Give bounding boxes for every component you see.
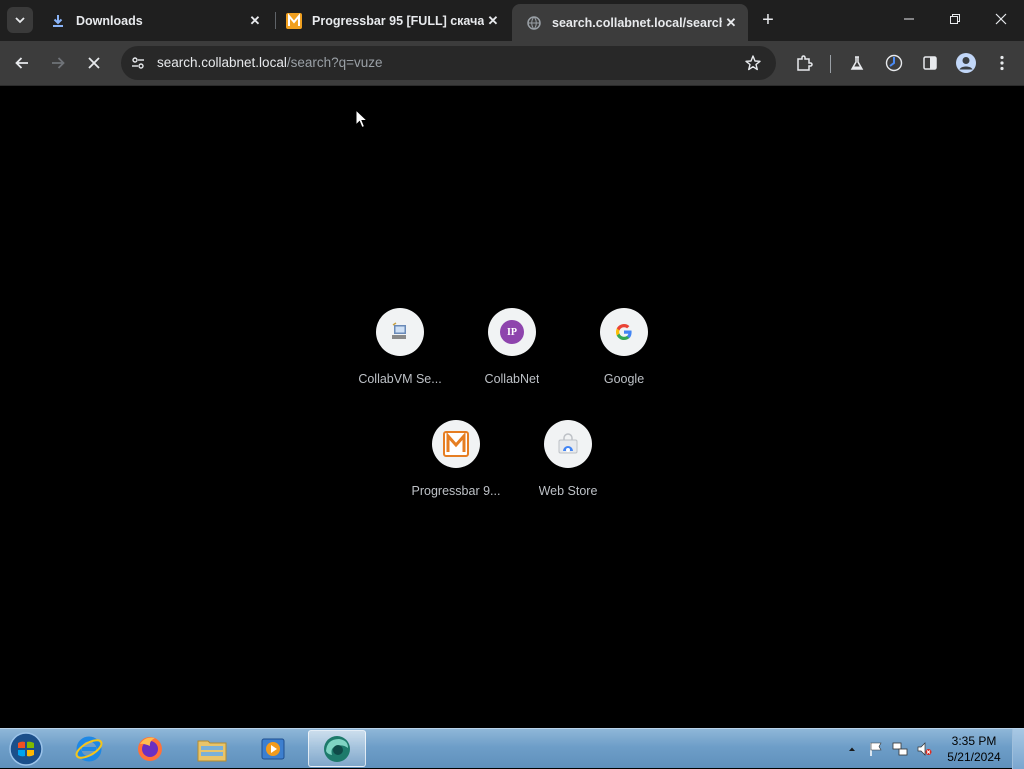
address-bar[interactable]: search.collabnet.local/search?q=vuze (121, 46, 776, 80)
tab-downloads[interactable]: Downloads ✕ (40, 4, 272, 37)
stop-loading-button[interactable] (80, 49, 108, 77)
url-path: /search?q=vuze (286, 55, 383, 70)
progressbar-logo-icon (443, 431, 469, 457)
close-window-button[interactable] (978, 0, 1024, 38)
shortcut-label: CollabNet (484, 372, 540, 386)
folder-icon (197, 740, 227, 761)
show-desktop-button[interactable] (1012, 729, 1024, 769)
back-arrow-icon (15, 57, 28, 69)
bookmark-star-icon[interactable] (744, 54, 762, 72)
minimize-button[interactable] (886, 0, 932, 38)
shortcut-icon-circle (544, 420, 592, 468)
system-tray (842, 729, 938, 769)
shortcut-icon-circle: IP (488, 308, 536, 356)
taskbar-media-player[interactable] (244, 730, 302, 767)
google-g-icon (616, 324, 632, 340)
tab-search[interactable]: search.collabnet.local/search?q=vuze ✕ (512, 4, 748, 41)
site-info-icon[interactable] (130, 55, 146, 71)
collabnet-logo-text: IP (507, 326, 517, 338)
close-icon (995, 13, 1007, 25)
taskbar-clock[interactable]: 3:35 PM 5/21/2024 (940, 733, 1008, 765)
extension-badge-icon (885, 54, 903, 72)
progressbar-favicon-icon (286, 12, 302, 29)
volume-tray-button[interactable] (914, 739, 934, 759)
network-icon (892, 742, 908, 756)
media-player-icon (261, 738, 285, 759)
tray-chevron-up-icon (849, 747, 855, 751)
firefox-icon (138, 736, 162, 761)
side-panel-button[interactable] (916, 49, 944, 77)
mouse-cursor-icon (355, 109, 369, 129)
profile-button[interactable] (952, 49, 980, 77)
restore-button[interactable] (932, 0, 978, 38)
stop-icon (88, 57, 100, 69)
url-text[interactable]: search.collabnet.local/search?q=vuze (157, 55, 383, 70)
chromium-edge-icon (324, 735, 350, 762)
shortcut-collabnet[interactable]: IP CollabNet (456, 308, 568, 416)
toolbar-divider (830, 55, 831, 73)
flask-icon (850, 56, 864, 70)
side-panel-icon (923, 56, 937, 70)
network-tray-button[interactable] (890, 739, 910, 759)
show-hidden-icons-button[interactable] (842, 739, 862, 759)
shortcut-label: Progressbar 9... (411, 484, 501, 498)
profile-avatar-icon (956, 53, 976, 73)
tab-search-button[interactable] (7, 7, 33, 33)
url-host: search.collabnet.local (157, 55, 287, 70)
shortcut-icon-circle (432, 420, 480, 468)
forward-button[interactable] (44, 49, 72, 77)
kebab-menu-icon (1000, 55, 1004, 71)
windows-orb-icon (9, 732, 43, 766)
page-content: CollabVM Se... IP CollabNet Google Progr… (0, 87, 1024, 728)
restore-icon (950, 14, 960, 24)
shortcut-label: Web Store (538, 484, 598, 498)
labs-button[interactable] (843, 49, 871, 77)
shortcut-label: CollabVM Se... (358, 372, 442, 386)
volume-muted-icon (917, 742, 932, 756)
menu-button[interactable] (988, 49, 1016, 77)
close-tab-icon[interactable]: ✕ (722, 14, 740, 32)
tab-strip: Downloads ✕ Progressbar 95 [FULL] скачат… (0, 0, 1024, 41)
shortcut-collabvm[interactable]: CollabVM Se... (344, 308, 456, 416)
minimize-icon (904, 18, 914, 20)
shortcut-icon-circle (376, 308, 424, 356)
start-button[interactable] (4, 730, 48, 768)
forward-arrow-icon (52, 57, 65, 69)
chevron-down-icon (15, 17, 25, 24)
shortcut-web-store[interactable]: Web Store (512, 420, 624, 528)
shortcut-google[interactable]: Google (568, 308, 680, 416)
extension-badge-button[interactable] (880, 49, 908, 77)
browser-toolbar: search.collabnet.local/search?q=vuze (0, 41, 1024, 86)
clock-date: 5/21/2024 (947, 750, 1001, 764)
puzzle-piece-icon (797, 55, 813, 71)
internet-explorer-icon (75, 736, 103, 761)
action-center-tray-button[interactable] (866, 739, 886, 759)
back-button[interactable] (8, 49, 36, 77)
shortcut-progressbar[interactable]: Progressbar 9... (400, 420, 512, 528)
clock-time: 3:35 PM (951, 734, 997, 748)
taskbar-internet-explorer[interactable] (60, 730, 118, 767)
close-tab-icon[interactable]: ✕ (484, 12, 502, 30)
computer-icon (392, 322, 406, 339)
download-icon (50, 13, 66, 29)
shortcut-label: Google (603, 372, 645, 386)
windows-taskbar: 3:35 PM 5/21/2024 (0, 728, 1024, 769)
globe-icon (526, 15, 542, 31)
shortcut-icon-circle (600, 308, 648, 356)
collabnet-logo-icon: IP (500, 320, 524, 344)
new-tab-button[interactable]: + (757, 9, 779, 31)
tab-title: search.collabnet.local/search?q=vuze (552, 15, 722, 30)
web-store-icon (558, 433, 578, 454)
extensions-button[interactable] (790, 49, 818, 77)
tab-separator (275, 12, 276, 29)
tab-progressbar[interactable]: Progressbar 95 [FULL] скачать ✕ (278, 4, 510, 37)
taskbar-windows-explorer[interactable] (183, 730, 241, 767)
browser-window: Downloads ✕ Progressbar 95 [FULL] скачат… (0, 0, 1024, 728)
tab-title: Progressbar 95 [FULL] скачать (312, 13, 484, 28)
close-tab-icon[interactable]: ✕ (246, 12, 264, 30)
taskbar-chromium[interactable] (308, 730, 366, 767)
tab-title: Downloads (76, 13, 143, 28)
taskbar-firefox[interactable] (121, 730, 179, 767)
flag-icon (870, 742, 882, 756)
